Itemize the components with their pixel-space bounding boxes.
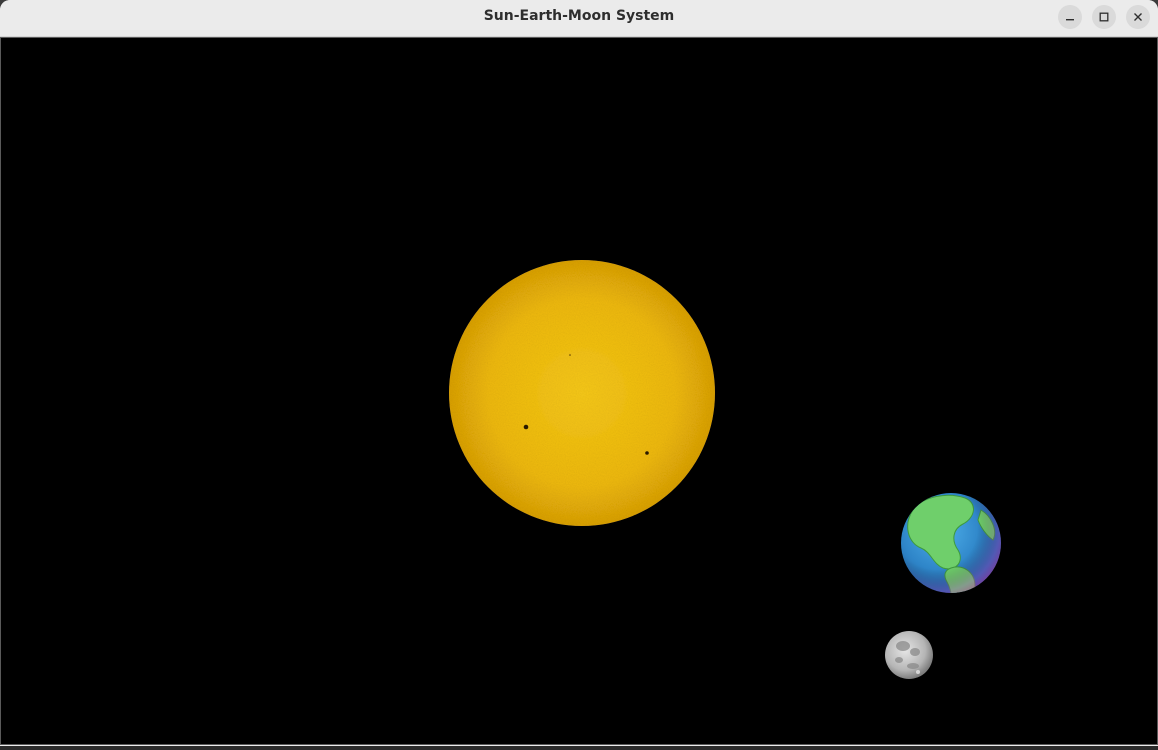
maximize-icon <box>1099 12 1109 22</box>
canvas-frame <box>0 37 1158 745</box>
desktop-background-strip <box>0 746 1158 750</box>
earth <box>901 493 1001 593</box>
sunspot <box>569 354 571 356</box>
simulation-canvas <box>3 40 1153 742</box>
maximize-button[interactable] <box>1092 5 1116 29</box>
close-icon <box>1133 12 1143 22</box>
title-bar[interactable]: Sun-Earth-Moon System <box>0 0 1158 37</box>
sunspot <box>523 424 529 430</box>
minimize-icon <box>1065 12 1075 22</box>
moon <box>885 631 933 679</box>
window-title: Sun-Earth-Moon System <box>483 8 675 24</box>
sun <box>449 260 715 526</box>
scene-svg <box>449 260 1001 679</box>
close-button[interactable] <box>1126 5 1150 29</box>
sunspot <box>645 451 649 455</box>
minimize-button[interactable] <box>1058 5 1082 29</box>
app-window: Sun-Earth-Moon System <box>0 0 1158 746</box>
